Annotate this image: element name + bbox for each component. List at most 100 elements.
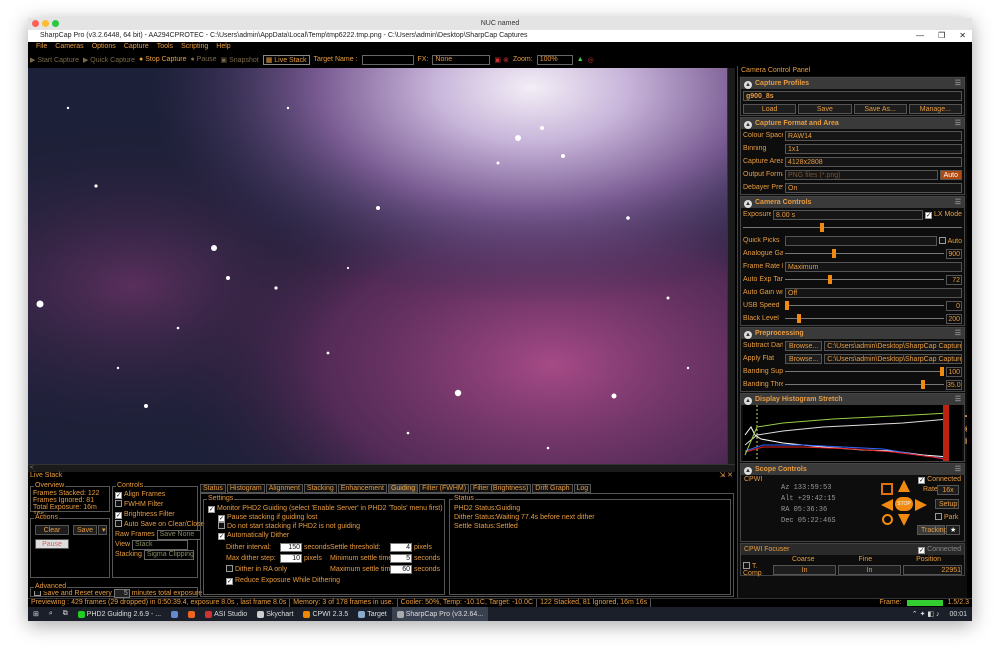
tab-histogram[interactable]: Histogram [226,484,265,493]
live-stack-close-icon[interactable]: ⇲ ✕ [719,472,733,480]
reduce-exposure-checkbox[interactable]: ✓ Reduce Exposure While Dithering [226,575,340,586]
histogram-tools[interactable]: ✚◉▣ [964,411,967,447]
menu-cameras[interactable]: Cameras [55,42,83,52]
exposure-auto-checkbox[interactable]: Auto [938,236,962,245]
target-name-input[interactable] [361,54,414,65]
fine-in-button[interactable]: In [838,564,901,575]
coarse-in-button[interactable]: In [773,564,836,575]
live-stack-button[interactable]: ▦ Live Stack [262,54,310,65]
banding-threshold-slider[interactable] [785,379,944,390]
auto-exp-target-slider[interactable] [785,274,944,285]
taskbar-app-icon-1[interactable] [166,607,183,621]
browse-flat-button[interactable]: Browse... [785,353,823,364]
slew-east-icon[interactable] [915,499,927,511]
tab-drift-graph[interactable]: Drift Graph [532,484,573,493]
slew-north-icon[interactable] [898,480,910,492]
black-level-slider[interactable] [785,313,944,324]
auto-gain-select[interactable]: Off [785,287,962,298]
maximize-icon[interactable]: ❐ [938,30,945,42]
monitor-phd2-checkbox[interactable]: ✓ Monitor PHD2 Guiding (select 'Enable Se… [208,504,443,513]
clear-button[interactable]: Clear [35,525,69,535]
histogram-graph[interactable]: ✚◉▣ [743,405,967,461]
menu-icon[interactable]: ☰ [955,394,961,405]
scope-controls-header[interactable]: ▲ Scope Controls ☰ [741,464,964,475]
exposure-slider[interactable] [743,222,962,233]
pause-button[interactable]: ● Pause [190,56,216,63]
tracking-button[interactable]: Tracking [917,525,948,535]
capture-format-header[interactable]: ▲ Capture Format and Area ☰ [741,118,964,129]
search-icon[interactable]: ⌕ [44,607,58,621]
slew-west-icon[interactable] [881,499,893,511]
rate-select[interactable]: 16x [937,485,959,495]
histogram-header[interactable]: ▲ Display Histogram Stretch ☰ [741,394,964,405]
banding-suppression-slider[interactable] [785,366,944,377]
save-options-icon[interactable]: ▾ [98,525,107,535]
preprocessing-header[interactable]: ▲ Preprocessing ☰ [741,328,964,339]
fx-select[interactable]: None [432,54,491,65]
frame-rate-select[interactable]: Maximum [785,261,962,272]
load-profile-button[interactable]: Load [743,103,797,114]
save-reset-minutes[interactable]: 5 [113,589,130,598]
stacking-select[interactable]: Sigma Clipping [143,550,194,560]
capture-profiles-header[interactable]: ▲ Capture Profiles ☰ [741,78,964,89]
dither-ra-only-checkbox[interactable]: Dither in RA only [226,564,340,575]
image-horizontal-scrollbar[interactable]: < [28,464,735,472]
scroll-left-icon[interactable]: < [28,465,34,471]
histogram-icon[interactable]: ▲ [577,56,584,63]
close-dot[interactable] [32,20,39,27]
pause-if-lost-checkbox[interactable]: ✓ Pause stacking if guiding lost [208,513,443,522]
tab-alignment[interactable]: Alignment [265,484,303,493]
tab-log[interactable]: Log [573,484,592,493]
menu-options[interactable]: Options [92,42,116,52]
quick-picks-select[interactable] [785,235,937,246]
lx-mode-checkbox[interactable]: ✓ LX Mode [924,211,962,219]
minimize-icon[interactable]: — [916,30,924,42]
snapshot-button[interactable]: ▣ Snapshot [221,56,259,64]
dither-interval-input[interactable]: 150 [280,543,302,552]
align-frames-checkbox[interactable]: ✓ Align Frames [115,490,195,500]
tab-stacking[interactable]: Stacking [303,484,337,493]
menu-icon[interactable]: ☰ [955,328,961,339]
park-checkbox[interactable]: Park [935,513,958,521]
taskbar-skychart[interactable]: Skychart [252,607,298,621]
zoom-select[interactable]: 100% [536,54,573,65]
menu-icon[interactable]: ☰ [955,118,961,129]
banding-threshold-value[interactable]: 35.0 [946,379,962,390]
browse-dark-button[interactable]: Browse... [785,340,823,351]
output-auto-button[interactable]: Auto [939,169,962,180]
usb-speed-value[interactable]: 0 [946,300,962,311]
tray-icons[interactable]: ⌃ ✦ ◧ ♪ [907,607,945,621]
fx-close-icon[interactable]: ▣ ⊗ [494,56,508,64]
output-format-select[interactable]: PNG files (*.png) [785,169,938,180]
auto-dither-checkbox[interactable]: ✓ Automatically Dither [208,531,443,540]
usb-speed-slider[interactable] [785,300,944,311]
menu-capture[interactable]: Capture [124,42,149,52]
taskbar-firefox-icon[interactable] [183,607,200,621]
flat-file-select[interactable]: C:\Users\admin\Desktop\SharpCap Captures… [824,353,962,364]
tab-filter-brightness[interactable]: Filter (Brightness) [470,484,532,493]
taskbar-phd2[interactable]: PHD2 Guiding 2.6.9 - ... [73,607,166,621]
start-icon[interactable]: ⊞ [28,607,44,621]
slew-target-icon[interactable] [881,483,893,495]
tab-enhancement[interactable]: Enhancement [337,484,387,493]
tab-guiding[interactable]: Guiding [387,484,419,493]
preview-image[interactable] [28,68,727,464]
black-level-value[interactable]: 200 [946,313,962,324]
colour-space-select[interactable]: RAW14 [785,130,962,141]
gain-value[interactable]: 900 [946,248,962,259]
setup-button[interactable]: Setup [935,499,959,509]
menu-tools[interactable]: Tools [157,42,173,52]
menu-icon[interactable]: ☰ [955,197,961,208]
manage-profiles-button[interactable]: Manage... [908,103,962,114]
auto-exp-target-value[interactable]: 72 [946,274,962,285]
gain-slider[interactable] [785,248,944,259]
max-settle-input[interactable]: 60 [390,565,412,574]
tracking-star-icon[interactable]: ★ [946,525,960,535]
zoom-dot[interactable] [52,20,59,27]
brightness-filter-checkbox[interactable]: ✓ Brightness Filter [115,510,195,520]
menu-icon[interactable]: ☰ [955,464,961,475]
image-vertical-scrollbar[interactable] [727,68,735,464]
reticle-icon[interactable]: ◎ [588,56,594,64]
banding-suppression-value[interactable]: 100 [946,366,962,377]
minimize-dot[interactable] [42,20,49,27]
